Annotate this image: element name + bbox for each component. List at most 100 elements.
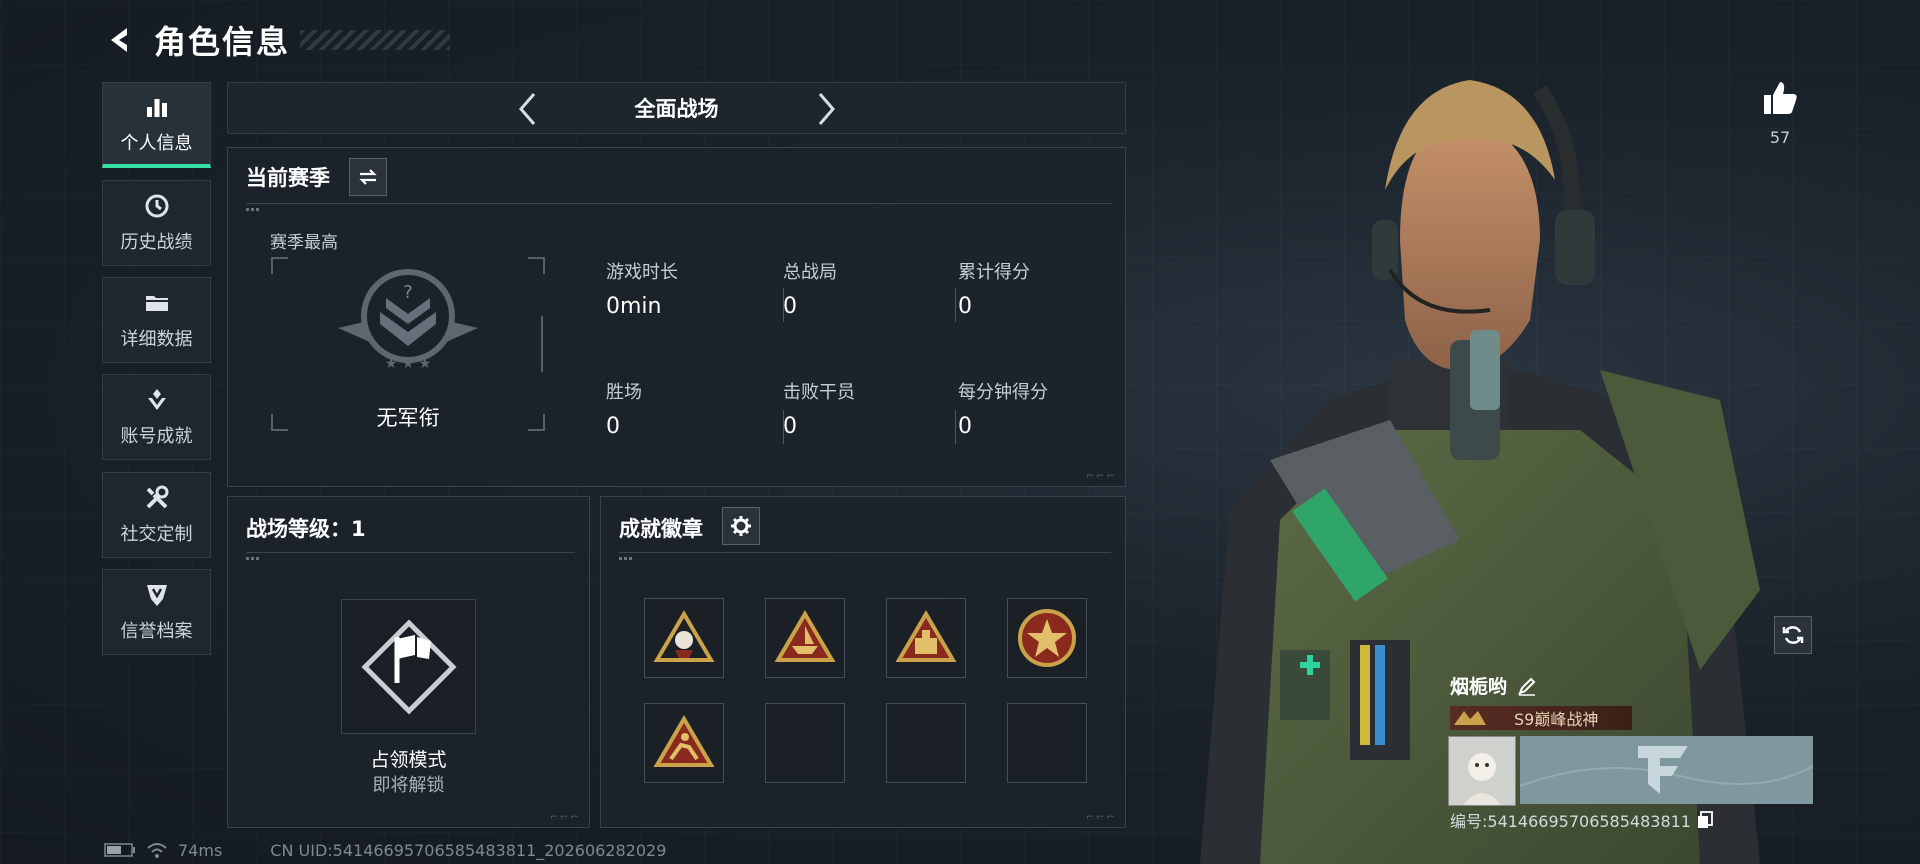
occupation-mode-emblem[interactable] bbox=[341, 599, 476, 734]
stat-separator bbox=[955, 288, 956, 322]
rank-name: 无军衔 bbox=[376, 406, 440, 430]
stat-value: 0min bbox=[606, 294, 662, 319]
badge-emblem-icon bbox=[653, 610, 715, 662]
folder-icon bbox=[145, 296, 168, 311]
bar-chart-icon bbox=[146, 98, 167, 117]
wifi-icon bbox=[147, 843, 167, 858]
sidebar-item-social-custom[interactable]: 社交定制 bbox=[102, 472, 211, 558]
player-id: 编号:5414669570658548381​1 bbox=[1450, 812, 1691, 831]
player-name: 烟栀哟 bbox=[1450, 676, 1508, 698]
battlefield-level-title: 战场等级：1 bbox=[246, 517, 366, 541]
header: 角色信息 bbox=[100, 16, 451, 64]
sidebar-item-label: 详细数据 bbox=[120, 329, 193, 350]
rank-emblem-icon: ? ★ ★ ★ bbox=[338, 269, 478, 372]
stat-value: 0 bbox=[783, 414, 797, 439]
badge-slot[interactable] bbox=[886, 598, 966, 678]
like-button[interactable] bbox=[1760, 78, 1800, 122]
stat-label: 击败干员 bbox=[783, 382, 855, 403]
stat-wins: 胜场 0 bbox=[606, 378, 642, 439]
badge-slot-empty[interactable] bbox=[886, 703, 966, 783]
divider-dots bbox=[619, 557, 633, 560]
previous-mode-button[interactable] bbox=[508, 89, 548, 129]
avatar[interactable] bbox=[1448, 736, 1516, 806]
chevron-right-icon bbox=[818, 93, 835, 125]
back-arrow-icon[interactable] bbox=[100, 20, 140, 60]
chevron-left-icon bbox=[519, 93, 536, 125]
divider bbox=[246, 203, 1113, 204]
mode-name: 全面战场 bbox=[634, 97, 719, 121]
sidebar-item-label: 个人信息 bbox=[120, 132, 193, 154]
achievement-icon bbox=[147, 389, 166, 410]
next-mode-button[interactable] bbox=[806, 89, 846, 129]
divider-dots bbox=[246, 557, 260, 560]
corner-marks: ⌐⌐⌐ bbox=[1085, 812, 1117, 823]
page-title: 角色信息 bbox=[154, 23, 291, 61]
swap-icon bbox=[359, 169, 377, 185]
badge-slot-empty[interactable] bbox=[765, 703, 845, 783]
sidebar-item-reputation[interactable]: 信誉档案 bbox=[102, 569, 211, 655]
thumbs-up-icon bbox=[1764, 82, 1797, 114]
stat-play-time: 游戏时长 0min bbox=[606, 258, 678, 319]
banner-logo-icon bbox=[1519, 746, 1814, 794]
uid-text: CN UID:54146695706585483811_202606282029 bbox=[270, 840, 667, 860]
copy-icon[interactable] bbox=[1697, 811, 1713, 829]
badge-slot[interactable] bbox=[765, 598, 845, 678]
shield-icon bbox=[146, 585, 167, 606]
player-title-bar: S9巅峰战神 bbox=[1450, 706, 1632, 730]
badge-star-seal-icon bbox=[1018, 609, 1076, 667]
badge-slot[interactable] bbox=[644, 703, 724, 783]
stat-total-matches: 总战局 0 bbox=[783, 258, 837, 319]
stat-score-per-minute: 每分钟得分 0 bbox=[958, 378, 1048, 439]
mode-unlock-name: 占领模式 bbox=[370, 749, 447, 771]
stat-total-score: 累计得分 0 bbox=[958, 258, 1030, 319]
sidebar-item-personal-info[interactable]: 个人信息 bbox=[102, 82, 211, 168]
stat-separator bbox=[955, 410, 956, 444]
edit-pencil-icon[interactable] bbox=[1517, 676, 1537, 696]
stat-label: 每分钟得分 bbox=[958, 382, 1048, 403]
badge-runner-icon bbox=[653, 715, 715, 767]
player-name-row: 烟栀哟 bbox=[1450, 672, 1537, 699]
sidebar-item-achievements[interactable]: 账号成就 bbox=[102, 374, 211, 460]
season-best-label: 赛季最高 bbox=[270, 233, 338, 253]
badge-slot[interactable] bbox=[1007, 598, 1087, 678]
sidebar-item-detailed-data[interactable]: 详细数据 bbox=[102, 277, 211, 363]
badge-boat-icon bbox=[774, 610, 836, 662]
flag-icon bbox=[360, 618, 457, 715]
like-count: 57 bbox=[1769, 128, 1791, 147]
season-panel: 当前赛季 赛季最高 ? ★ ★ ★ 无军衔 游戏时长 0min 总战局 0 累计… bbox=[227, 147, 1126, 487]
player-banner[interactable] bbox=[1519, 736, 1814, 804]
history-icon bbox=[145, 194, 168, 218]
divider-dots bbox=[246, 208, 260, 211]
refresh-button[interactable] bbox=[1774, 616, 1812, 654]
corner-marks: ⌐⌐⌐ bbox=[1085, 471, 1117, 482]
divider bbox=[619, 552, 1111, 553]
battery-icon bbox=[104, 843, 135, 857]
badge-slot[interactable] bbox=[644, 598, 724, 678]
gear-icon bbox=[731, 516, 751, 536]
achievement-badges-panel: 成就徽章 ⌐⌐⌐ bbox=[600, 496, 1126, 828]
stat-value: 0 bbox=[783, 294, 797, 319]
badges-title: 成就徽章 bbox=[619, 517, 703, 541]
ping-value: 74ms bbox=[178, 840, 223, 860]
badge-settings-button[interactable] bbox=[722, 507, 760, 545]
stat-value: 0 bbox=[958, 414, 972, 439]
season-title: 当前赛季 bbox=[246, 166, 330, 190]
mode-selector: 全面战场 bbox=[227, 82, 1126, 134]
stat-operators-defeated: 击败干员 0 bbox=[783, 378, 855, 439]
svg-text:★ ★ ★: ★ ★ ★ bbox=[385, 356, 432, 372]
svg-text:?: ? bbox=[403, 282, 413, 303]
player-title: S9巅峰战神 bbox=[1514, 710, 1599, 729]
sidebar-item-label: 历史战绩 bbox=[120, 232, 193, 253]
badge-slot-empty[interactable] bbox=[1007, 703, 1087, 783]
sidebar-item-history[interactable]: 历史战绩 bbox=[102, 180, 211, 266]
divider bbox=[246, 552, 575, 553]
stat-label: 游戏时长 bbox=[606, 262, 678, 283]
status-bar: 74ms CN UID:54146695706585483811_2026062… bbox=[104, 838, 666, 862]
stat-value: 0 bbox=[958, 294, 972, 319]
corner-marks: ⌐⌐⌐ bbox=[549, 812, 581, 823]
mode-unlock-status: 即将解锁 bbox=[372, 775, 445, 796]
player-id-row: 编号:5414669570658548381​1 bbox=[1450, 808, 1713, 832]
sidebar-item-label: 信誉档案 bbox=[120, 621, 193, 642]
switch-season-button[interactable] bbox=[349, 158, 387, 196]
stat-value: 0 bbox=[606, 414, 620, 439]
